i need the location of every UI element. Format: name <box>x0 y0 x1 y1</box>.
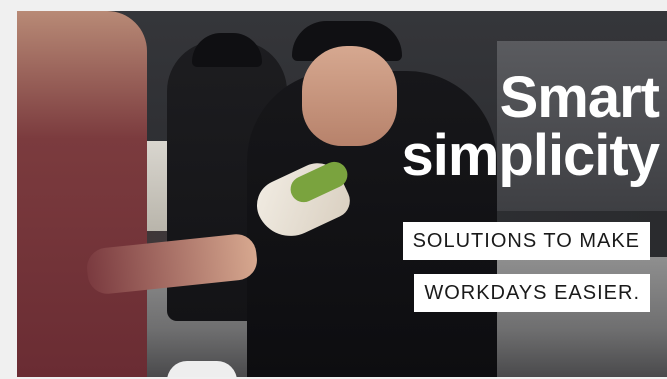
tagline-line-1: SOLUTIONS TO MAKE <box>402 222 650 260</box>
tagline-line-2: WORKDAYS EASIER. <box>414 274 650 312</box>
hero-banner[interactable]: Smart simplicity SOLUTIONS TO MAKE WORKD… <box>17 11 667 377</box>
worker-face <box>302 46 397 146</box>
headline: Smart simplicity <box>401 65 660 188</box>
headline-line-1: Smart <box>499 65 660 130</box>
cup <box>167 361 237 377</box>
customer <box>17 11 147 377</box>
headline-line-2: simplicity <box>401 123 660 188</box>
